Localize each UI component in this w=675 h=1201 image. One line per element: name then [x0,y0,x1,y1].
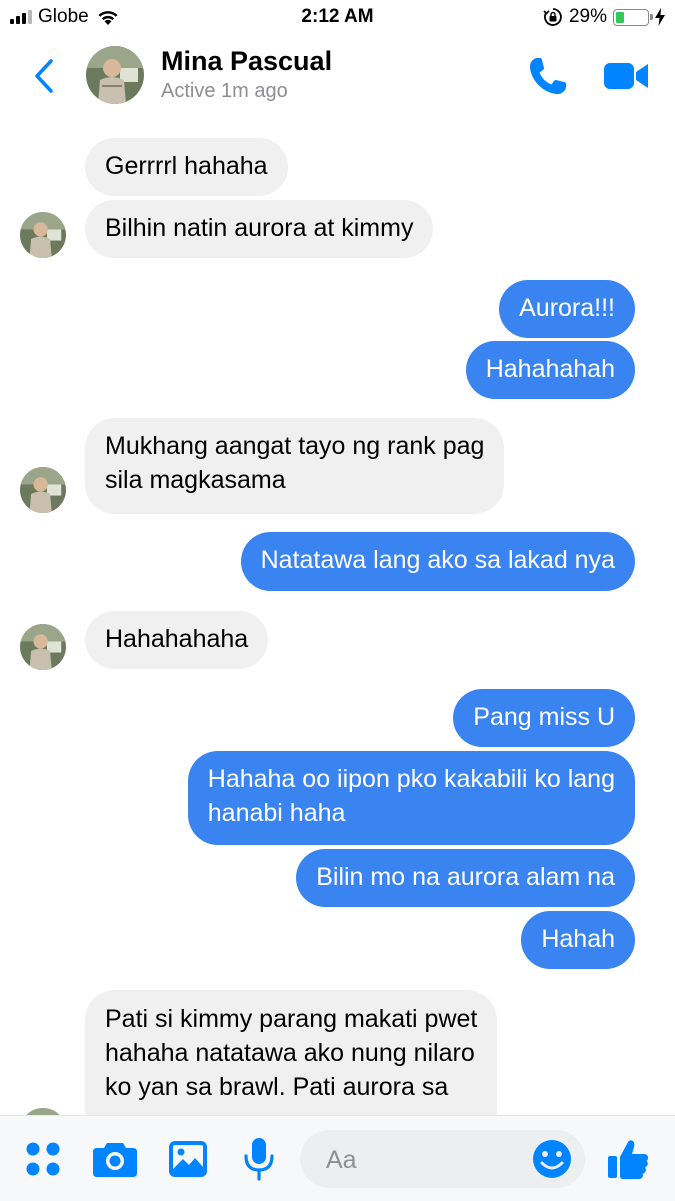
outgoing-message[interactable]: Natatawa lang ako sa lakad nya [240,532,635,591]
status-bar: Globe 2:12 AM 29% [0,0,675,36]
apps-button[interactable] [20,1136,66,1182]
video-camera-icon [604,63,648,89]
microphone-icon [244,1138,274,1181]
message-input[interactable] [324,1140,518,1180]
message-input-field[interactable] [300,1130,585,1188]
message-line: Mukhang aangat tayo ng rank pag [105,432,485,460]
outgoing-message[interactable]: Hahah [521,911,635,969]
message-composer [0,1115,675,1201]
back-chevron-icon [35,59,53,93]
charging-bolt-icon [655,8,665,26]
sender-avatar[interactable] [20,1108,66,1115]
message-line: Hahaha oo iipon pko kakabili ko lang [207,765,615,793]
message-line: sila magkasama [105,466,286,494]
voice-clip-button[interactable] [236,1136,282,1182]
apps-grid-icon [26,1142,60,1176]
sender-avatar[interactable] [20,212,66,258]
battery-percent: 29% [568,6,607,27]
camera-icon [93,1143,137,1177]
contact-active-status: Active 1m ago [161,80,288,102]
message-line: ko yan sa brawl. Pati aurora sa [105,1073,449,1101]
gallery-button[interactable] [165,1136,211,1182]
contact-name[interactable]: Mina Pascual [161,46,332,77]
contact-avatar[interactable] [86,46,144,104]
voice-call-button[interactable] [524,52,572,100]
image-icon [169,1141,207,1177]
battery-icon [613,8,653,26]
outgoing-message[interactable]: Aurora!!! [499,280,635,338]
sender-avatar[interactable] [20,467,66,513]
incoming-message[interactable]: Gerrrrl hahaha [85,138,288,196]
message-line: hahaha natatawa ako nung nilaro [105,1039,475,1067]
message-line: hanabi haha [207,799,346,827]
status-right: 29% [543,6,665,28]
message-line: Pati si kimmy parang makati pwet [105,1005,478,1033]
outgoing-message[interactable]: Bilin mo na aurora alam na [296,849,635,907]
chat-header: Mina Pascual Active 1m ago [0,36,675,118]
video-call-button[interactable] [600,52,652,100]
message-thread[interactable]: Gerrrrl hahaha Bilhin natin aurora at ki… [0,118,675,1115]
emoji-icon [533,1140,571,1178]
battery-level-fill [616,11,624,23]
camera-button[interactable] [92,1136,138,1182]
thumbs-up-icon [608,1140,648,1179]
back-button[interactable] [24,56,64,96]
incoming-message[interactable]: Hahahahaha [85,611,269,669]
orientation-lock-icon [543,8,562,26]
phone-icon [530,58,566,94]
incoming-message[interactable]: Mukhang aangat tayo ng rank pag sila mag… [85,418,505,514]
emoji-button[interactable] [531,1138,573,1180]
outgoing-message[interactable]: Hahaha oo iipon pko kakabili ko lang han… [187,751,635,845]
incoming-message[interactable]: Bilhin natin aurora at kimmy [85,200,434,258]
outgoing-message[interactable]: Hahahahah [465,341,635,399]
like-button[interactable] [605,1136,651,1182]
outgoing-message[interactable]: Pang miss U [453,689,635,747]
incoming-message[interactable]: Pati si kimmy parang makati pwet hahaha … [85,990,498,1115]
sender-avatar[interactable] [20,624,66,670]
